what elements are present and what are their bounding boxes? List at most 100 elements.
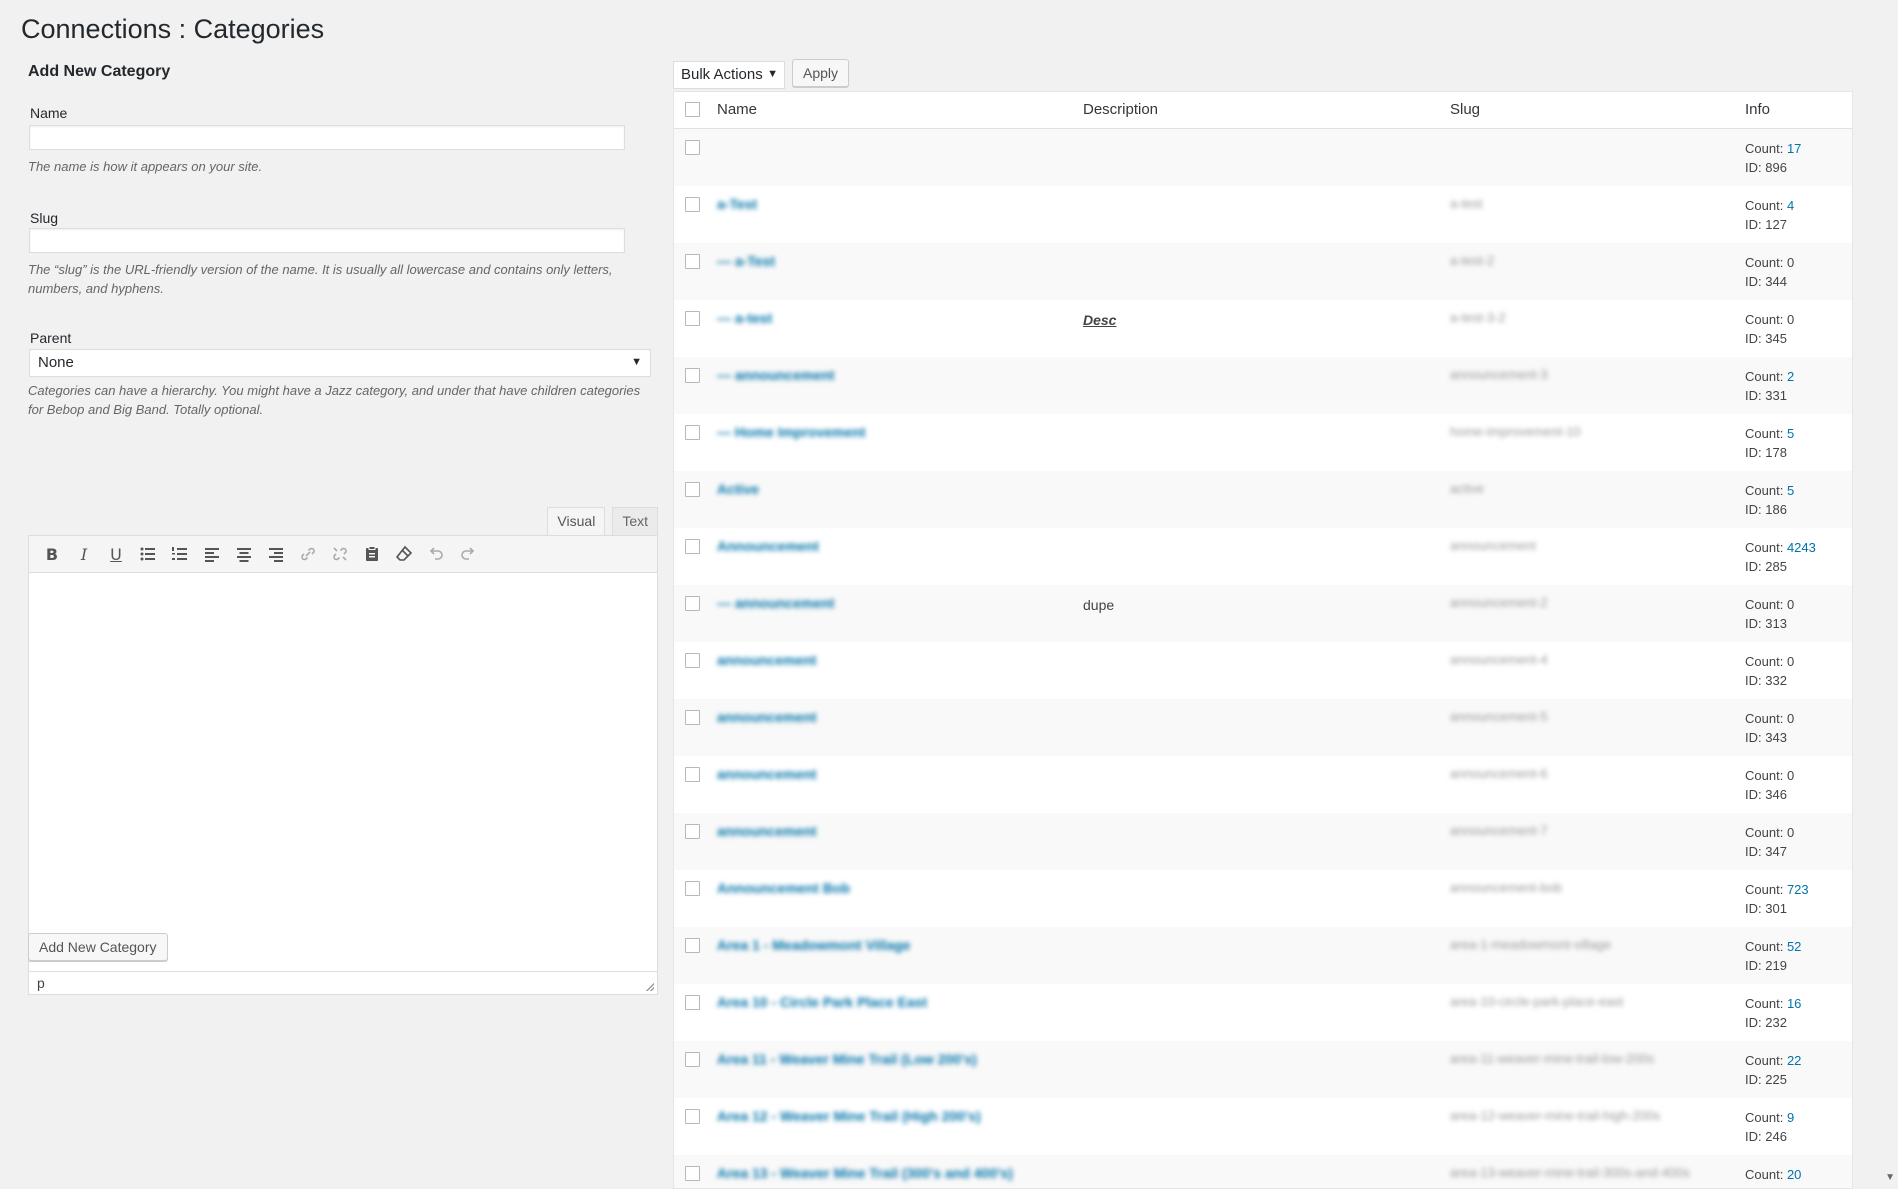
row-checkbox[interactable] (685, 482, 700, 497)
table-row: announcement announcement-7 Count: 0 ID: 34… (674, 813, 1852, 870)
add-new-category-button[interactable]: Add New Category (28, 933, 168, 961)
category-name-link[interactable]: — announcement (717, 595, 834, 611)
category-slug: announcement-3 (1450, 367, 1548, 382)
unlink-icon[interactable] (325, 540, 355, 568)
row-checkbox[interactable] (685, 1166, 700, 1181)
category-name-link[interactable]: Area 10 - Circle Park Place East (717, 994, 927, 1010)
id-label: ID: (1745, 1072, 1762, 1087)
bullet-list-icon[interactable] (133, 540, 163, 568)
count-value[interactable]: 4 (1787, 198, 1794, 213)
row-checkbox[interactable] (685, 311, 700, 326)
name-input[interactable] (29, 125, 625, 150)
select-all-checkbox[interactable] (685, 102, 700, 117)
category-name-link[interactable]: — a-Test (717, 253, 775, 269)
scroll-down-icon[interactable]: ▼ (1885, 1172, 1895, 1183)
category-name-link[interactable]: announcement (717, 652, 817, 668)
category-name-link[interactable]: announcement (717, 709, 817, 725)
slug-input[interactable] (29, 228, 625, 253)
eraser-icon[interactable] (389, 540, 419, 568)
redo-icon[interactable] (453, 540, 483, 568)
category-name-link[interactable]: Active (717, 481, 759, 497)
id-value: 285 (1765, 559, 1787, 574)
paste-icon[interactable] (357, 540, 387, 568)
count-value[interactable]: 723 (1787, 882, 1809, 897)
category-description: Desc (1083, 312, 1117, 328)
id-value: 347 (1765, 844, 1787, 859)
row-checkbox[interactable] (685, 653, 700, 668)
id-label: ID: (1745, 388, 1762, 403)
id-label: ID: (1745, 160, 1762, 175)
id-value: 301 (1765, 901, 1787, 916)
row-checkbox[interactable] (685, 197, 700, 212)
category-name-link[interactable]: — a-test (717, 310, 772, 326)
align-right-icon[interactable] (261, 540, 291, 568)
numbered-list-icon[interactable] (165, 540, 195, 568)
editor-toolbar: B I U (29, 536, 657, 573)
count-value[interactable]: 16 (1787, 996, 1801, 1011)
row-checkbox[interactable] (685, 881, 700, 896)
category-name-link[interactable]: Area 11 - Weaver Mine Trail (Low 200's) (717, 1051, 977, 1067)
bold-icon[interactable]: B (37, 540, 67, 568)
id-label: ID: (1745, 502, 1762, 517)
category-slug: announcement-4 (1450, 652, 1548, 667)
category-name-link[interactable]: announcement (717, 766, 817, 782)
italic-icon[interactable]: I (69, 540, 99, 568)
category-name-link[interactable]: announcement (717, 823, 817, 839)
count-label: Count: (1745, 1053, 1784, 1068)
tab-visual[interactable]: Visual (547, 507, 606, 535)
row-checkbox[interactable] (685, 995, 700, 1010)
category-slug: area-10-circle-park-place-east (1450, 994, 1624, 1009)
row-checkbox[interactable] (685, 710, 700, 725)
category-name-link[interactable]: a-Test (717, 196, 757, 212)
col-slug[interactable]: Slug (1450, 101, 1480, 118)
category-name-link[interactable]: Area 1 - Meadowmont Village (717, 937, 910, 953)
row-checkbox[interactable] (685, 1052, 700, 1067)
row-checkbox[interactable] (685, 1109, 700, 1124)
row-checkbox[interactable] (685, 767, 700, 782)
count-value[interactable]: 52 (1787, 939, 1801, 954)
category-name-link[interactable]: — announcement (717, 367, 834, 383)
category-name-link[interactable]: Announcement (717, 538, 819, 554)
row-checkbox[interactable] (685, 824, 700, 839)
row-checkbox[interactable] (685, 140, 700, 155)
bulk-actions-select[interactable]: Bulk Actions ▼ (673, 61, 785, 89)
apply-button[interactable]: Apply (792, 59, 850, 87)
table-row: — announcement announcement-3 Count: 2 ID: … (674, 357, 1852, 414)
count-value[interactable]: 5 (1787, 426, 1794, 441)
row-checkbox[interactable] (685, 254, 700, 269)
count-value[interactable]: 20 (1787, 1167, 1801, 1182)
count-value[interactable]: 22 (1787, 1053, 1801, 1068)
link-icon[interactable] (293, 540, 323, 568)
row-checkbox[interactable] (685, 539, 700, 554)
count-label: Count: (1745, 255, 1784, 270)
editor-content-area[interactable] (29, 573, 657, 958)
undo-icon[interactable] (421, 540, 451, 568)
count-value[interactable]: 2 (1787, 369, 1794, 384)
category-name-link[interactable]: Area 13 - Weaver Mine Trail (300's and 4… (717, 1165, 1013, 1181)
row-checkbox[interactable] (685, 938, 700, 953)
id-value: 225 (1765, 1072, 1787, 1087)
category-name-link[interactable]: Announcement Bob (717, 880, 850, 896)
col-description[interactable]: Description (1083, 101, 1158, 118)
count-label: Count: (1745, 312, 1784, 327)
categories-table: Name Description Slug Info Count: 17 ID: … (673, 91, 1853, 1189)
count-value[interactable]: 5 (1787, 483, 1794, 498)
align-left-icon[interactable] (197, 540, 227, 568)
count-value[interactable]: 17 (1787, 141, 1801, 156)
count-value[interactable]: 9 (1787, 1110, 1794, 1125)
resize-handle-icon[interactable] (646, 983, 654, 991)
parent-select[interactable]: None ▼ (29, 349, 651, 377)
tab-text[interactable]: Text (612, 507, 658, 535)
count-label: Count: (1745, 711, 1784, 726)
category-name-link[interactable]: Area 12 - Weaver Mine Trail (High 200's) (717, 1108, 981, 1124)
row-checkbox[interactable] (685, 425, 700, 440)
element-path[interactable]: p (37, 975, 45, 991)
category-name-link[interactable]: — Home Improvement (717, 424, 866, 440)
row-checkbox[interactable] (685, 368, 700, 383)
col-name[interactable]: Name (717, 101, 757, 118)
row-checkbox[interactable] (685, 596, 700, 611)
underline-icon[interactable]: U (101, 540, 131, 568)
count-value[interactable]: 4243 (1787, 540, 1816, 555)
id-label: ID: (1745, 787, 1762, 802)
align-center-icon[interactable] (229, 540, 259, 568)
